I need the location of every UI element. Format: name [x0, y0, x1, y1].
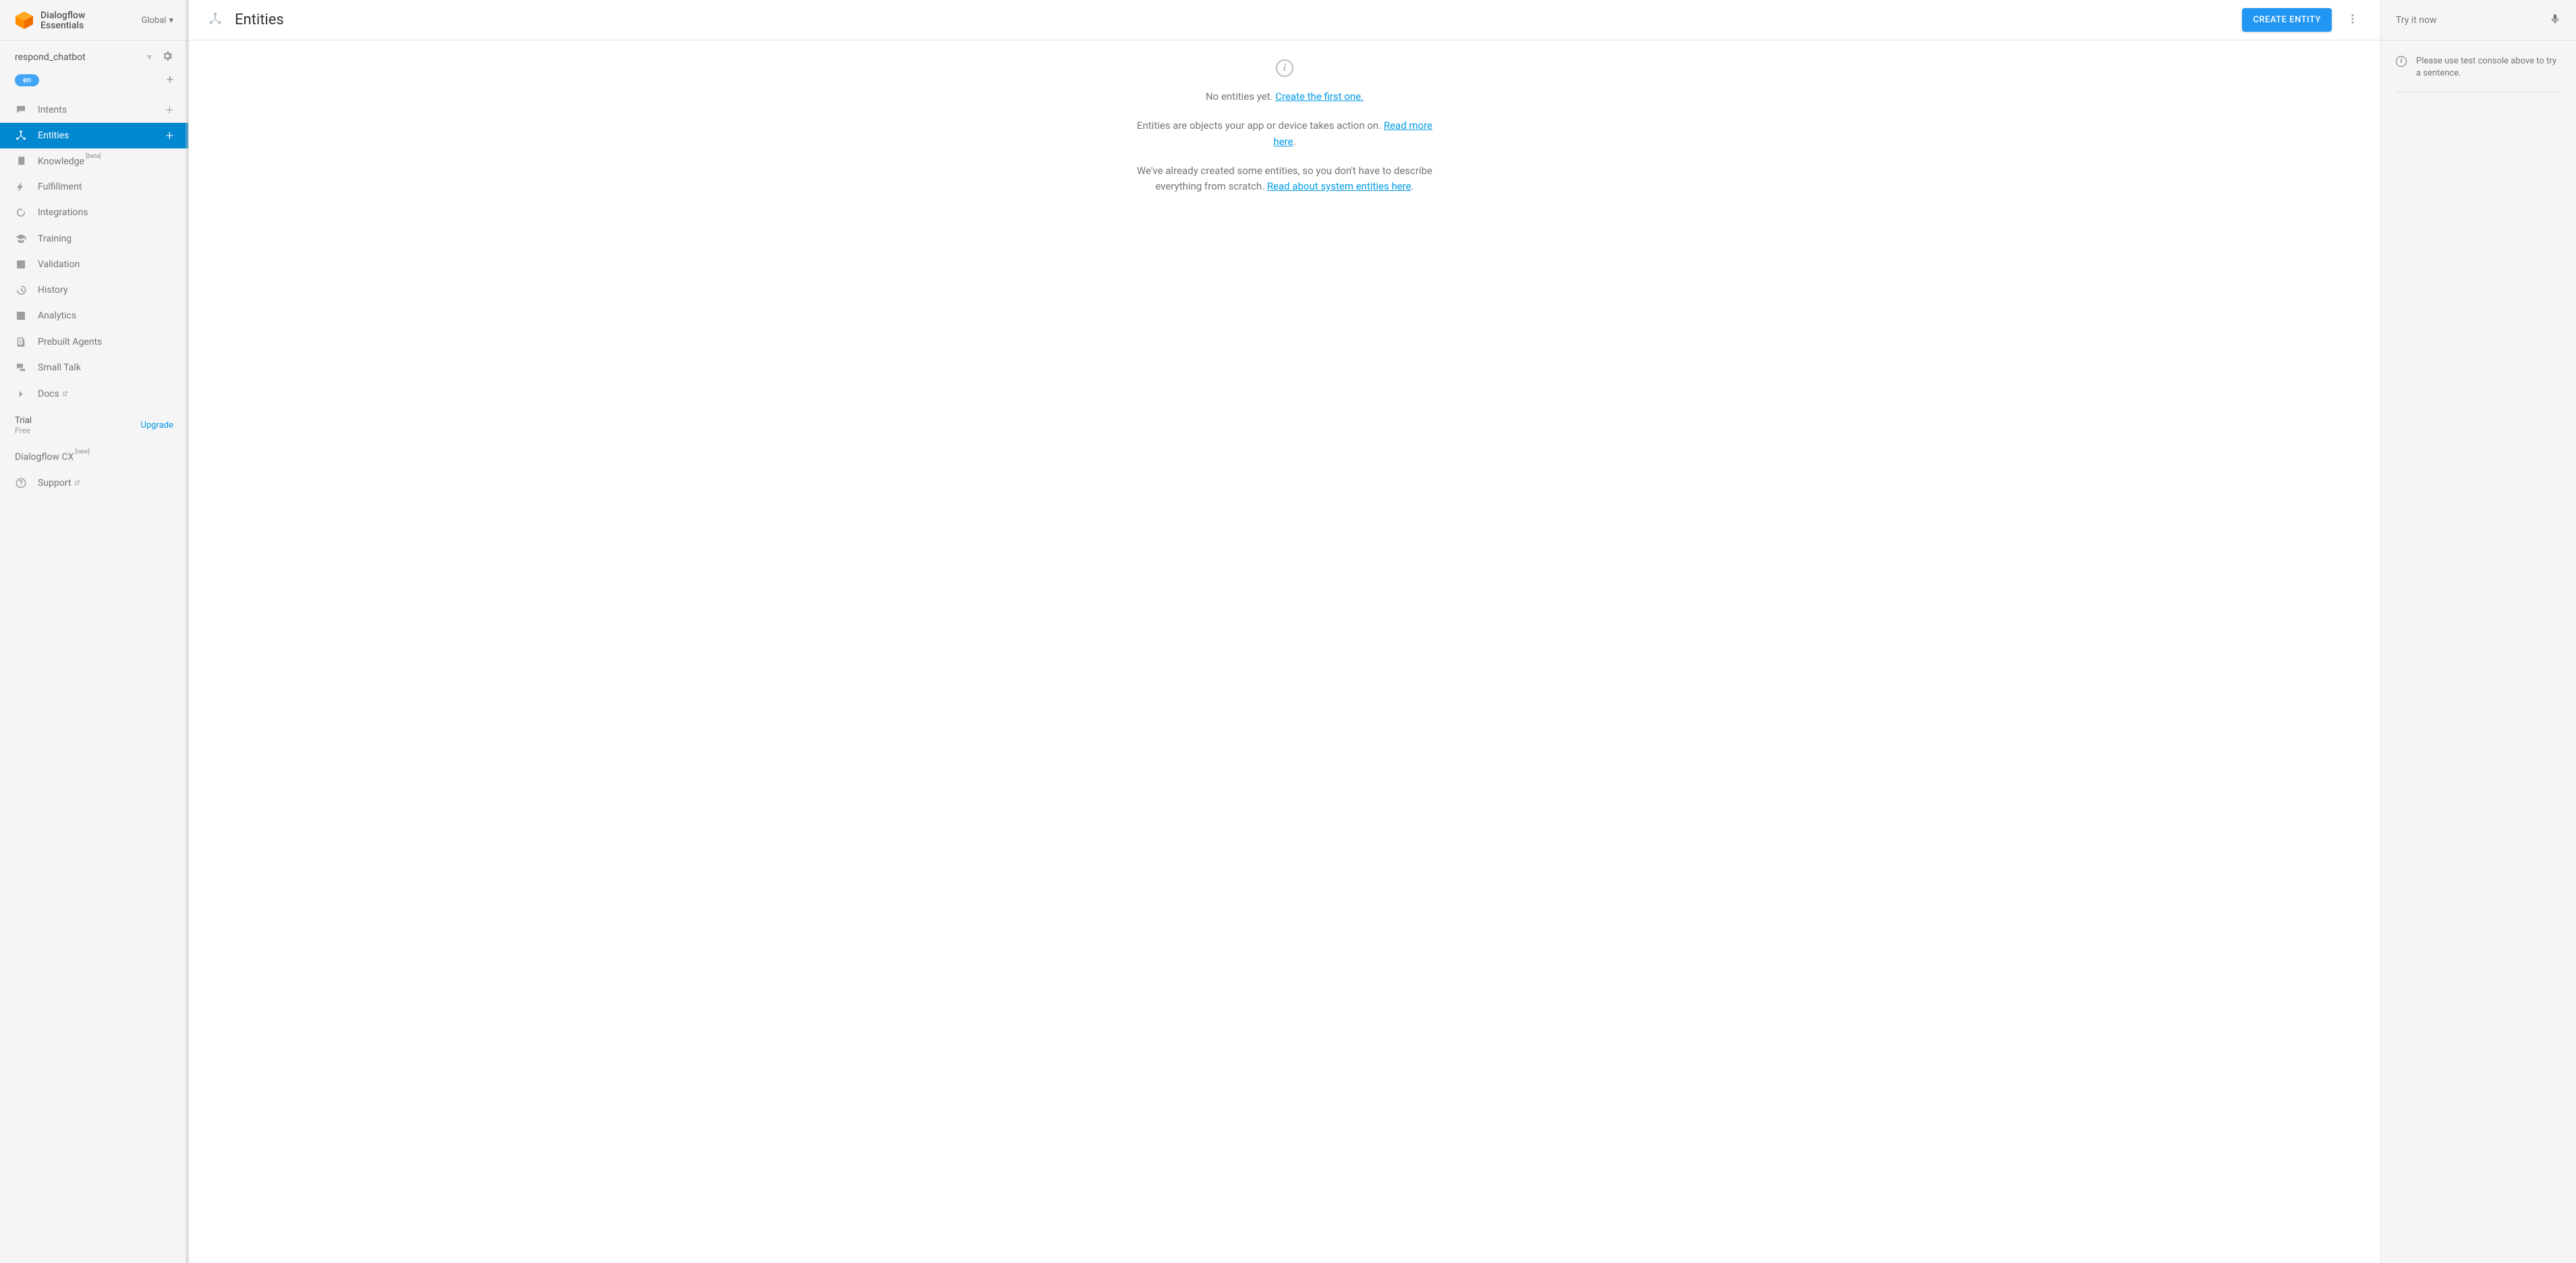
language-badge[interactable]: en: [15, 74, 39, 86]
chevron-right-icon: [15, 388, 27, 400]
sidebar-item-prebuilt-agents[interactable]: Prebuilt Agents: [0, 329, 188, 355]
info-icon: [1276, 59, 1293, 77]
try-it-now-input[interactable]: [2396, 15, 2541, 26]
page-title: Entities: [235, 11, 284, 28]
analytics-icon: [15, 310, 27, 322]
integrations-icon: [15, 206, 27, 219]
empty-state-line2: Entities are objects your app or device …: [1136, 118, 1433, 150]
fulfillment-icon: [15, 181, 27, 193]
create-entity-button[interactable]: CREATE ENTITY: [2242, 8, 2332, 32]
region-selector[interactable]: Global ▾: [142, 16, 174, 26]
sidebar-item-docs[interactable]: Docs: [0, 381, 188, 407]
gear-icon[interactable]: [161, 50, 173, 65]
microphone-icon[interactable]: [2549, 13, 2561, 28]
plan-row: Trial Free Upgrade: [0, 408, 188, 443]
upgrade-link[interactable]: Upgrade: [141, 420, 173, 430]
console-hint: Please use test console above to try a s…: [2396, 55, 2561, 92]
language-row: en +: [0, 70, 188, 96]
region-label: Global: [142, 16, 167, 26]
sidebar-item-validation[interactable]: Validation: [0, 252, 188, 277]
sidebar-item-label: Dialogflow CX[new]: [15, 451, 173, 463]
sidebar-item-dialogflow-cx[interactable]: Dialogflow CX[new]: [0, 444, 188, 470]
dialogflow-logo-icon: [15, 11, 34, 30]
sidebar-item-label: Entities: [38, 130, 155, 141]
console-hint-text: Please use test console above to try a s…: [2416, 55, 2561, 80]
sidebar-item-intents[interactable]: Intents +: [0, 97, 188, 123]
sidebar-item-label: Training: [38, 233, 173, 244]
sidebar-item-label: Prebuilt Agents: [38, 337, 173, 347]
validation-icon: [15, 258, 27, 271]
empty-state-line1: No entities yet. Create the first one.: [1206, 89, 1364, 105]
test-console-header: [2380, 0, 2576, 40]
brand-line1: Dialogflow: [40, 11, 85, 21]
entities-icon: [15, 130, 27, 142]
add-entity-button[interactable]: +: [166, 128, 173, 144]
smalltalk-icon: [15, 362, 27, 374]
entities-icon: [208, 11, 223, 29]
plan-tier: Free: [15, 426, 32, 435]
new-badge: [new]: [75, 449, 89, 455]
agent-row[interactable]: respond_chatbot ▾: [0, 40, 188, 70]
sidebar-item-label: Docs: [38, 389, 173, 399]
history-icon: [15, 284, 27, 296]
sidebar-item-support[interactable]: Support: [0, 470, 188, 496]
caret-down-icon[interactable]: ▾: [147, 52, 152, 63]
sidebar-item-label: Support: [38, 478, 173, 488]
agent-name: respond_chatbot: [15, 52, 86, 63]
sidebar-item-training[interactable]: Training: [0, 226, 188, 252]
sidebar-item-analytics[interactable]: Analytics: [0, 303, 188, 329]
sidebar-item-label: Intents: [38, 105, 155, 115]
sidebar-item-label: Knowledge[beta]: [38, 156, 173, 167]
main-content: No entities yet. Create the first one. E…: [189, 40, 2380, 1263]
sidebar-item-label: History: [38, 285, 173, 296]
brand-header: Dialogflow Essentials Global ▾: [0, 0, 188, 40]
support-icon: [15, 477, 27, 489]
brand-line2: Essentials: [40, 21, 85, 31]
prebuilt-icon: [15, 336, 27, 348]
sidebar-item-small-talk[interactable]: Small Talk: [0, 355, 188, 381]
test-console-panel: Please use test console above to try a s…: [2380, 40, 2576, 1263]
brand-text: Dialogflow Essentials: [40, 11, 85, 30]
beta-badge: [beta]: [86, 153, 101, 160]
add-intent-button[interactable]: +: [166, 102, 173, 118]
sidebar-item-label: Analytics: [38, 310, 173, 321]
overflow-menu-icon[interactable]: [2344, 13, 2361, 28]
sidebar-item-label: Validation: [38, 259, 173, 270]
sidebar-item-history[interactable]: History: [0, 277, 188, 303]
page-header: Entities CREATE ENTITY: [189, 0, 2380, 40]
sidebar: Dialogflow Essentials Global ▾ respond_c…: [0, 0, 189, 1263]
sidebar-item-label: Integrations: [38, 207, 173, 218]
sidebar-item-label: Small Talk: [38, 362, 173, 373]
caret-down-icon: ▾: [169, 16, 173, 26]
sidebar-item-integrations[interactable]: Integrations: [0, 200, 188, 225]
sidebar-item-label: Fulfillment: [38, 181, 173, 192]
system-entities-link[interactable]: Read about system entities here: [1267, 180, 1411, 192]
create-first-entity-link[interactable]: Create the first one.: [1275, 90, 1364, 103]
info-icon: [2396, 56, 2407, 67]
plan-name: Trial: [15, 416, 32, 426]
sidebar-item-fulfillment[interactable]: Fulfillment: [0, 174, 188, 200]
add-language-button[interactable]: +: [167, 73, 173, 87]
training-icon: [15, 233, 27, 245]
intents-icon: [15, 104, 27, 116]
empty-state-line3: We've already created some entities, so …: [1136, 163, 1433, 195]
sidebar-item-entities[interactable]: Entities +: [0, 123, 188, 148]
sidebar-item-knowledge[interactable]: Knowledge[beta]: [0, 148, 188, 174]
knowledge-icon: [15, 155, 27, 167]
